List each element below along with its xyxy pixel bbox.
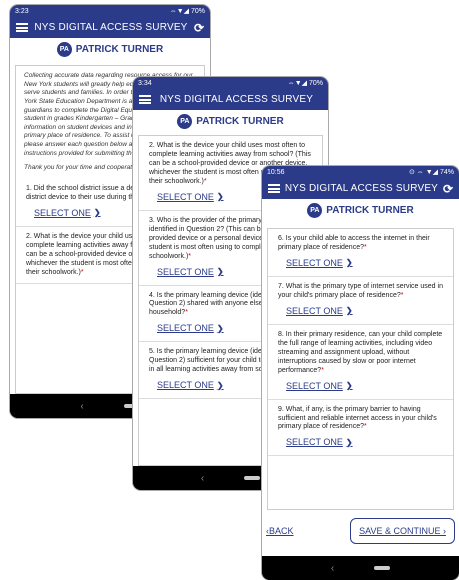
app-bar: NYS DIGITAL ACCESS SURVEY ⟳ bbox=[262, 178, 459, 199]
form-actions: ‹BACK SAVE & CONTINUE › bbox=[262, 512, 459, 550]
select-one-dropdown[interactable]: SELECT ONE ❯ bbox=[286, 437, 353, 447]
question-card: 9. What, if any, is the primary barrier … bbox=[268, 400, 453, 457]
refresh-icon[interactable]: ⟳ bbox=[443, 182, 453, 196]
chevron-down-icon: ❯ bbox=[345, 306, 353, 316]
chevron-down-icon: ❯ bbox=[216, 192, 224, 202]
user-name: PATRICK TURNER bbox=[196, 115, 284, 127]
question-text: 8. In their primary residence, can your … bbox=[278, 330, 443, 374]
user-name: PATRICK TURNER bbox=[75, 43, 164, 55]
user-bar: PA PATRICK TURNER bbox=[133, 110, 328, 132]
select-one-dropdown[interactable]: SELECT ONE ❯ bbox=[286, 258, 353, 268]
user-bar: PA PATRICK TURNER bbox=[10, 38, 210, 60]
home-nav-icon[interactable] bbox=[374, 566, 391, 570]
app-bar: NYS DIGITAL ACCESS SURVEY ⟳ bbox=[10, 17, 210, 38]
back-nav-icon[interactable]: ‹ bbox=[331, 563, 334, 574]
home-nav-icon[interactable] bbox=[244, 476, 261, 480]
menu-icon[interactable] bbox=[139, 95, 151, 104]
status-icons: ⊙ ⇔ ▼◢ 74% bbox=[408, 169, 454, 176]
chevron-down-icon: ❯ bbox=[216, 267, 224, 277]
question-text: 9. What, if any, is the primary barrier … bbox=[278, 405, 437, 431]
menu-icon[interactable] bbox=[16, 23, 28, 32]
status-time: 3:34 bbox=[138, 79, 152, 87]
chevron-down-icon: ❯ bbox=[345, 258, 353, 268]
chevron-down-icon: ❯ bbox=[216, 380, 224, 390]
app-title: NYS DIGITAL ACCESS SURVEY bbox=[34, 22, 188, 33]
chevron-down-icon: ❯ bbox=[345, 381, 353, 391]
save-continue-button[interactable]: SAVE & CONTINUE › bbox=[350, 518, 455, 544]
chevron-down-icon: ❯ bbox=[216, 323, 224, 333]
user-name: PATRICK TURNER bbox=[326, 204, 414, 216]
user-bar: PA PATRICK TURNER bbox=[262, 199, 459, 221]
select-one-dropdown[interactable]: SELECT ONE ❯ bbox=[157, 323, 224, 333]
avatar: PA bbox=[56, 41, 72, 57]
status-bar: 3:34 ⇔▼◢ 70% bbox=[133, 77, 328, 89]
back-button[interactable]: ‹BACK bbox=[266, 526, 294, 536]
chevron-down-icon: ❯ bbox=[345, 437, 353, 447]
app-title: NYS DIGITAL ACCESS SURVEY bbox=[284, 183, 439, 194]
select-one-dropdown[interactable]: SELECT ONE ❯ bbox=[34, 208, 101, 218]
avatar: PA bbox=[177, 113, 193, 129]
select-one-dropdown[interactable]: SELECT ONE ❯ bbox=[286, 306, 353, 316]
select-one-dropdown[interactable]: SELECT ONE ❯ bbox=[157, 192, 224, 202]
chevron-down-icon: ❯ bbox=[93, 208, 101, 218]
select-one-dropdown[interactable]: SELECT ONE ❯ bbox=[157, 380, 224, 390]
survey-content: 6. Is your child able to access the inte… bbox=[267, 228, 454, 510]
back-nav-icon[interactable]: ‹ bbox=[80, 401, 83, 412]
menu-icon[interactable] bbox=[268, 184, 280, 193]
phone-screenshot-3: 10:56 ⊙ ⇔ ▼◢ 74% NYS DIGITAL ACCESS SURV… bbox=[262, 166, 459, 580]
question-text: 7. What is the primary type of internet … bbox=[278, 282, 443, 299]
question-text: 6. Is your child able to access the inte… bbox=[278, 235, 430, 251]
avatar: PA bbox=[307, 202, 323, 218]
android-nav-bar: ‹ bbox=[262, 556, 459, 580]
question-card: 8. In their primary residence, can your … bbox=[268, 325, 453, 400]
select-one-dropdown[interactable]: SELECT ONE ❯ bbox=[286, 381, 353, 391]
refresh-icon[interactable]: ⟳ bbox=[194, 21, 204, 35]
status-time: 10:56 bbox=[267, 168, 285, 176]
select-one-dropdown[interactable]: SELECT ONE ❯ bbox=[157, 267, 224, 277]
app-bar: NYS DIGITAL ACCESS SURVEY bbox=[133, 89, 328, 110]
back-nav-icon[interactable]: ‹ bbox=[201, 473, 204, 484]
question-card: 7. What is the primary type of internet … bbox=[268, 277, 453, 325]
status-bar: 10:56 ⊙ ⇔ ▼◢ 74% bbox=[262, 166, 459, 178]
app-title: NYS DIGITAL ACCESS SURVEY bbox=[159, 94, 314, 105]
status-icons: ⇔▼◢ 70% bbox=[287, 80, 323, 87]
status-icons: ⇔▼◢ 70% bbox=[169, 8, 205, 15]
screen-3: 10:56 ⊙ ⇔ ▼◢ 74% NYS DIGITAL ACCESS SURV… bbox=[262, 166, 459, 556]
status-time: 3:23 bbox=[15, 7, 29, 15]
question-card: 6. Is your child able to access the inte… bbox=[268, 229, 453, 277]
status-bar: 3:23 ⇔▼◢ 70% bbox=[10, 5, 210, 17]
